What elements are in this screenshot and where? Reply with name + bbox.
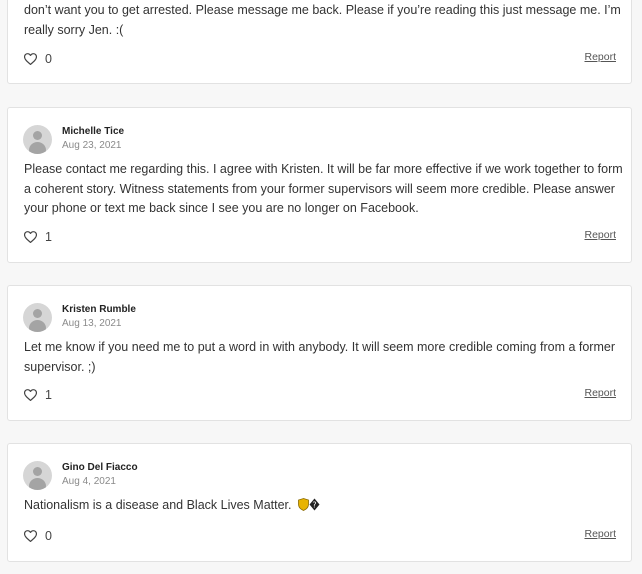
comment-author: Gino Del Fiacco Aug 4, 2021 xyxy=(23,458,138,492)
comment-body: don’t want you to get arrested. Please m… xyxy=(24,3,621,37)
like-button[interactable]: 1 xyxy=(24,229,52,245)
like-count: 0 xyxy=(45,52,52,66)
heart-icon xyxy=(24,389,37,401)
comment-card: don’t want you to get arrested. Please m… xyxy=(7,0,632,84)
like-count: 0 xyxy=(45,529,52,543)
author-meta: Kristen Rumble Aug 13, 2021 xyxy=(62,303,136,331)
comment-body: Nationalism is a disease and Black Lives… xyxy=(24,496,624,518)
heart-icon xyxy=(24,53,37,65)
heart-icon xyxy=(24,231,37,243)
comment-body: Let me know if you need me to put a word… xyxy=(24,340,615,374)
avatar xyxy=(23,460,52,490)
author-meta: Gino Del Fiacco Aug 4, 2021 xyxy=(62,461,138,489)
comment-text: Nationalism is a disease and Black Lives… xyxy=(24,498,292,512)
comment-body: Please contact me regarding this. I agre… xyxy=(24,162,623,215)
comment-author: Michelle Tice Aug 23, 2021 xyxy=(23,122,124,156)
report-link[interactable]: Report xyxy=(584,528,616,540)
comment-author: Kristen Rumble Aug 13, 2021 xyxy=(23,300,136,334)
comment-card: Kristen Rumble Aug 13, 2021 Let me know … xyxy=(7,285,632,421)
like-button[interactable]: 0 xyxy=(24,51,52,67)
author-meta: Michelle Tice Aug 23, 2021 xyxy=(62,125,124,153)
replacement-char-icon: ? xyxy=(309,498,320,511)
like-button[interactable]: 1 xyxy=(24,387,52,403)
svg-text:?: ? xyxy=(312,500,316,509)
comment-card: Gino Del Fiacco Aug 4, 2021 Nationalism … xyxy=(7,443,632,562)
report-link[interactable]: Report xyxy=(584,229,616,241)
like-button[interactable]: 0 xyxy=(24,528,52,544)
comment-date: Aug 4, 2021 xyxy=(62,476,116,487)
report-link[interactable]: Report xyxy=(584,387,616,399)
avatar xyxy=(23,124,52,154)
like-count: 1 xyxy=(45,388,52,402)
author-name: Gino Del Fiacco xyxy=(62,462,138,473)
comments-feed: don’t want you to get arrested. Please m… xyxy=(0,0,642,574)
comment-date: Aug 13, 2021 xyxy=(62,318,122,329)
like-count: 1 xyxy=(45,230,52,244)
heart-icon xyxy=(24,530,37,542)
comment-date: Aug 23, 2021 xyxy=(62,140,122,151)
shield-emoji-icon xyxy=(298,498,309,518)
author-name: Kristen Rumble xyxy=(62,304,136,315)
author-name: Michelle Tice xyxy=(62,126,125,137)
avatar xyxy=(23,302,52,332)
comment-card: Michelle Tice Aug 23, 2021 Please contac… xyxy=(7,107,632,263)
report-link[interactable]: Report xyxy=(584,51,616,63)
